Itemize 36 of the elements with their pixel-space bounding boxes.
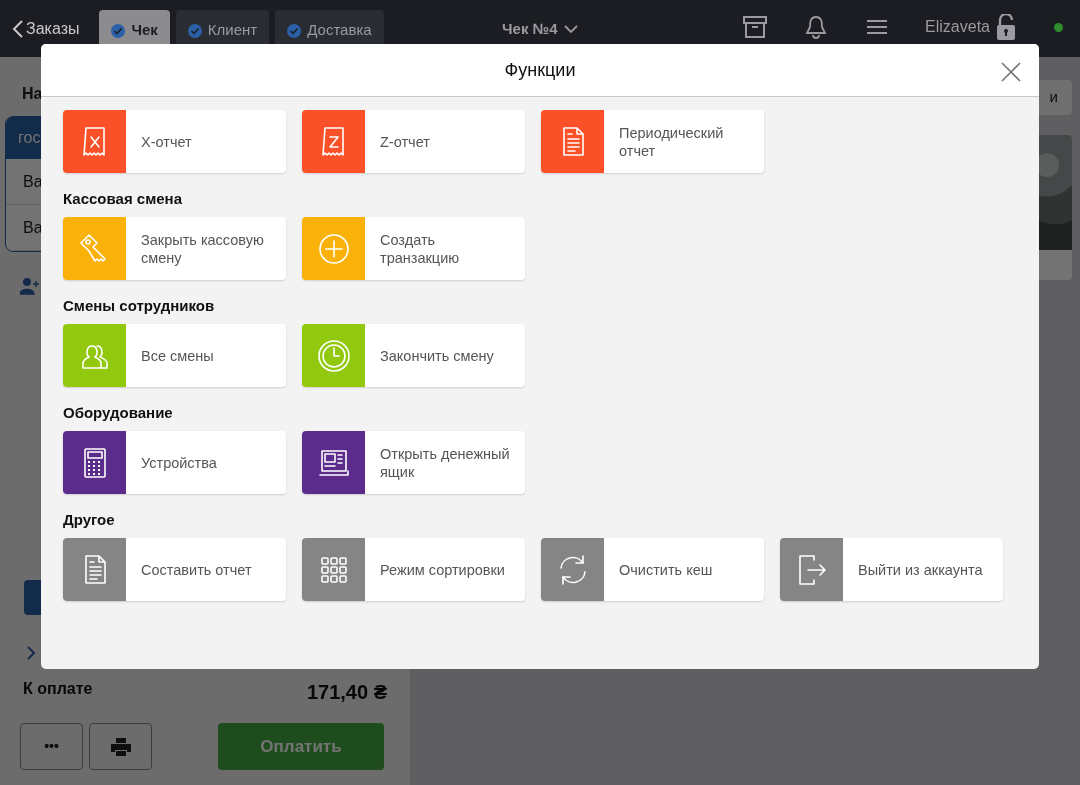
bell-icon[interactable] — [805, 15, 828, 39]
function-tile[interactable]: Закончить смену — [302, 324, 525, 387]
section-title: Оборудование — [63, 404, 174, 422]
function-tile[interactable]: Периодический отчет — [541, 110, 764, 173]
function-tile[interactable]: Очистить кеш — [541, 538, 764, 601]
chevron-down-icon — [563, 24, 578, 34]
function-tile[interactable]: Выйти из аккаунта — [780, 538, 1003, 601]
menu-icon[interactable] — [867, 19, 888, 35]
total-amount: 171,40 ₴ — [306, 680, 387, 705]
chevron-left-icon — [12, 18, 24, 39]
function-tile[interactable]: X-отчет — [63, 110, 286, 173]
function-tile[interactable]: Z-отчет — [302, 110, 525, 173]
section-title: Кассовая смена — [63, 190, 183, 208]
archive-icon[interactable] — [743, 16, 768, 38]
printer-icon — [110, 737, 131, 756]
back-button[interactable]: Заказы — [12, 16, 80, 41]
function-tile[interactable]: Режим сортировки — [302, 538, 525, 601]
more-button[interactable]: ••• — [20, 723, 83, 770]
print-button[interactable] — [89, 723, 152, 770]
close-icon[interactable] — [1001, 62, 1021, 82]
chevron-right-icon[interactable] — [26, 645, 36, 661]
section-title: Другое — [63, 511, 116, 529]
lock-icon[interactable] — [996, 14, 1016, 40]
function-tile[interactable]: Все смены — [63, 324, 286, 387]
function-tile[interactable]: Устройства — [63, 431, 286, 494]
panel-heading: На — [22, 84, 44, 104]
function-tile[interactable]: Закрыть кассовую смену — [63, 217, 286, 280]
add-person-icon[interactable] — [20, 277, 40, 295]
total-label: К оплате — [23, 679, 93, 699]
order-title-dropdown[interactable]: Чек №4 — [502, 18, 578, 41]
function-tile[interactable]: Создать транзакцию — [302, 217, 525, 280]
section-title: Смены сотрудников — [63, 297, 216, 315]
function-tile[interactable]: Составить отчет — [63, 538, 286, 601]
function-tile[interactable]: Открыть денежный ящик — [302, 431, 525, 494]
dialog-title: Функции — [504, 58, 576, 82]
user-name[interactable]: Elizaveta — [925, 15, 990, 39]
